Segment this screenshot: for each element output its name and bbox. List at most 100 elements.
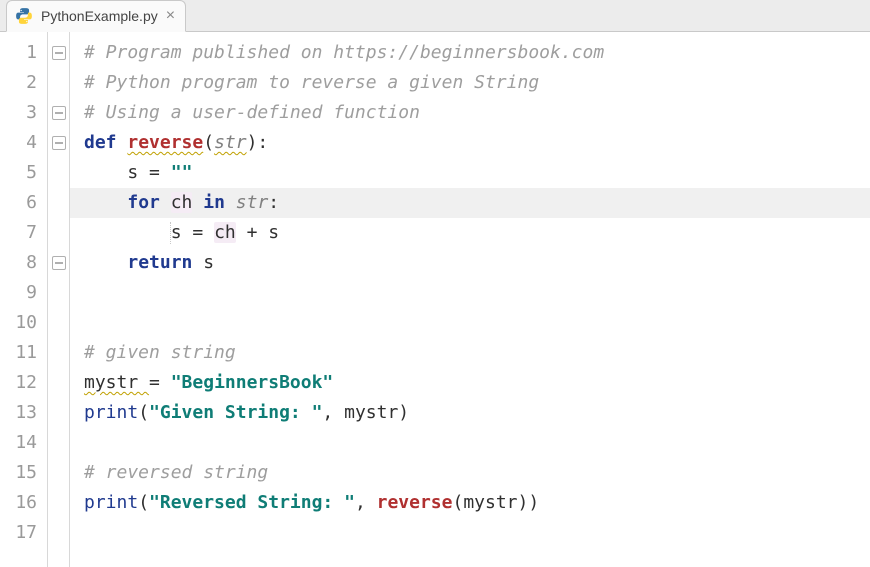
code-token: = [149,162,171,183]
fold-cell [48,218,69,248]
line-number: 6 [0,188,47,218]
code-token: + [236,222,269,243]
tab-bar: PythonExample.py × [0,0,870,32]
line-number: 5 [0,158,47,188]
fold-cell [48,368,69,398]
code-token: ch [171,192,193,213]
line-number: 4 [0,128,47,158]
line-number: 14 [0,428,47,458]
fold-cell[interactable] [48,38,69,68]
code-token: def [84,132,127,153]
file-tab[interactable]: PythonExample.py × [6,0,186,32]
code-token: reverse [377,492,453,513]
fold-toggle-icon[interactable] [52,106,66,120]
line-number: 16 [0,488,47,518]
fold-cell [48,308,69,338]
indent [84,162,127,183]
code-token: ( [452,492,463,513]
code-token: : [257,132,268,153]
code-line[interactable] [70,278,870,308]
code-line[interactable] [70,518,870,548]
python-file-icon [15,7,33,25]
code-line[interactable]: # Python program to reverse a given Stri… [70,68,870,98]
close-tab-icon[interactable]: × [166,8,175,24]
fold-gutter [48,32,70,567]
code-token: # Python program to reverse a given Stri… [84,72,539,93]
fold-cell[interactable] [48,98,69,128]
tab-filename: PythonExample.py [41,8,158,24]
fold-cell [48,158,69,188]
line-number: 15 [0,458,47,488]
fold-cell [48,428,69,458]
fold-cell [48,68,69,98]
code-line[interactable]: # Program published on https://beginners… [70,38,870,68]
code-line[interactable] [70,428,870,458]
code-token: mystr [344,402,398,423]
line-number: 12 [0,368,47,398]
line-number: 17 [0,518,47,548]
fold-toggle-icon[interactable] [52,256,66,270]
code-token: "Given String: " [149,402,322,423]
code-token: print [84,492,138,513]
fold-cell [48,398,69,428]
code-token: # reversed string [84,462,268,483]
fold-cell[interactable] [48,248,69,278]
code-token: = [149,372,171,393]
line-number: 8 [0,248,47,278]
indent [84,192,127,213]
code-token: ) [518,492,529,513]
code-token: str [236,192,269,213]
code-line[interactable]: # given string [70,338,870,368]
code-token: ) [528,492,539,513]
fold-toggle-icon[interactable] [52,46,66,60]
indent [84,252,127,273]
line-number: 9 [0,278,47,308]
code-line[interactable]: mystr = "BeginnersBook" [70,368,870,398]
code-line[interactable]: print("Reversed String: ", reverse(mystr… [70,488,870,518]
code-token: reverse [127,132,203,153]
code-line[interactable]: print("Given String: ", mystr) [70,398,870,428]
fold-cell [48,488,69,518]
code-line[interactable]: # reversed string [70,458,870,488]
line-number: 7 [0,218,47,248]
code-token: mystr [84,372,149,393]
code-token: mystr [463,492,517,513]
line-number: 1 [0,38,47,68]
code-token: = [192,222,214,243]
line-number-gutter: 1234567891011121314151617 [0,32,48,567]
fold-cell [48,188,69,218]
code-token: print [84,402,138,423]
code-token: ) [247,132,258,153]
fold-cell [48,338,69,368]
indent [84,222,171,243]
code-line[interactable]: def reverse(str): [70,128,870,158]
code-token: s [203,252,214,273]
code-token: in [192,192,235,213]
code-token: , [322,402,344,423]
code-token: str [214,132,247,153]
code-line[interactable] [70,308,870,338]
code-token: s [127,162,149,183]
code-line[interactable]: s = ch + s [70,218,870,248]
code-line[interactable]: # Using a user-defined function [70,98,870,128]
code-editor[interactable]: 1234567891011121314151617 # Program publ… [0,32,870,567]
code-line[interactable]: s = "" [70,158,870,188]
code-token: , [355,492,377,513]
code-token: s [268,222,279,243]
code-token: s [171,222,193,243]
fold-cell[interactable] [48,128,69,158]
line-number: 11 [0,338,47,368]
code-token: for [127,192,170,213]
line-number: 13 [0,398,47,428]
code-token: : [268,192,279,213]
code-line[interactable]: return s [70,248,870,278]
code-token: ) [398,402,409,423]
code-token: ( [203,132,214,153]
fold-toggle-icon[interactable] [52,136,66,150]
code-line[interactable]: for ch in str: [70,188,870,218]
code-token: "Reversed String: " [149,492,355,513]
code-token: # Using a user-defined function [84,102,420,123]
fold-cell [48,518,69,548]
code-token: ch [214,222,236,243]
code-area[interactable]: # Program published on https://beginners… [70,32,870,567]
